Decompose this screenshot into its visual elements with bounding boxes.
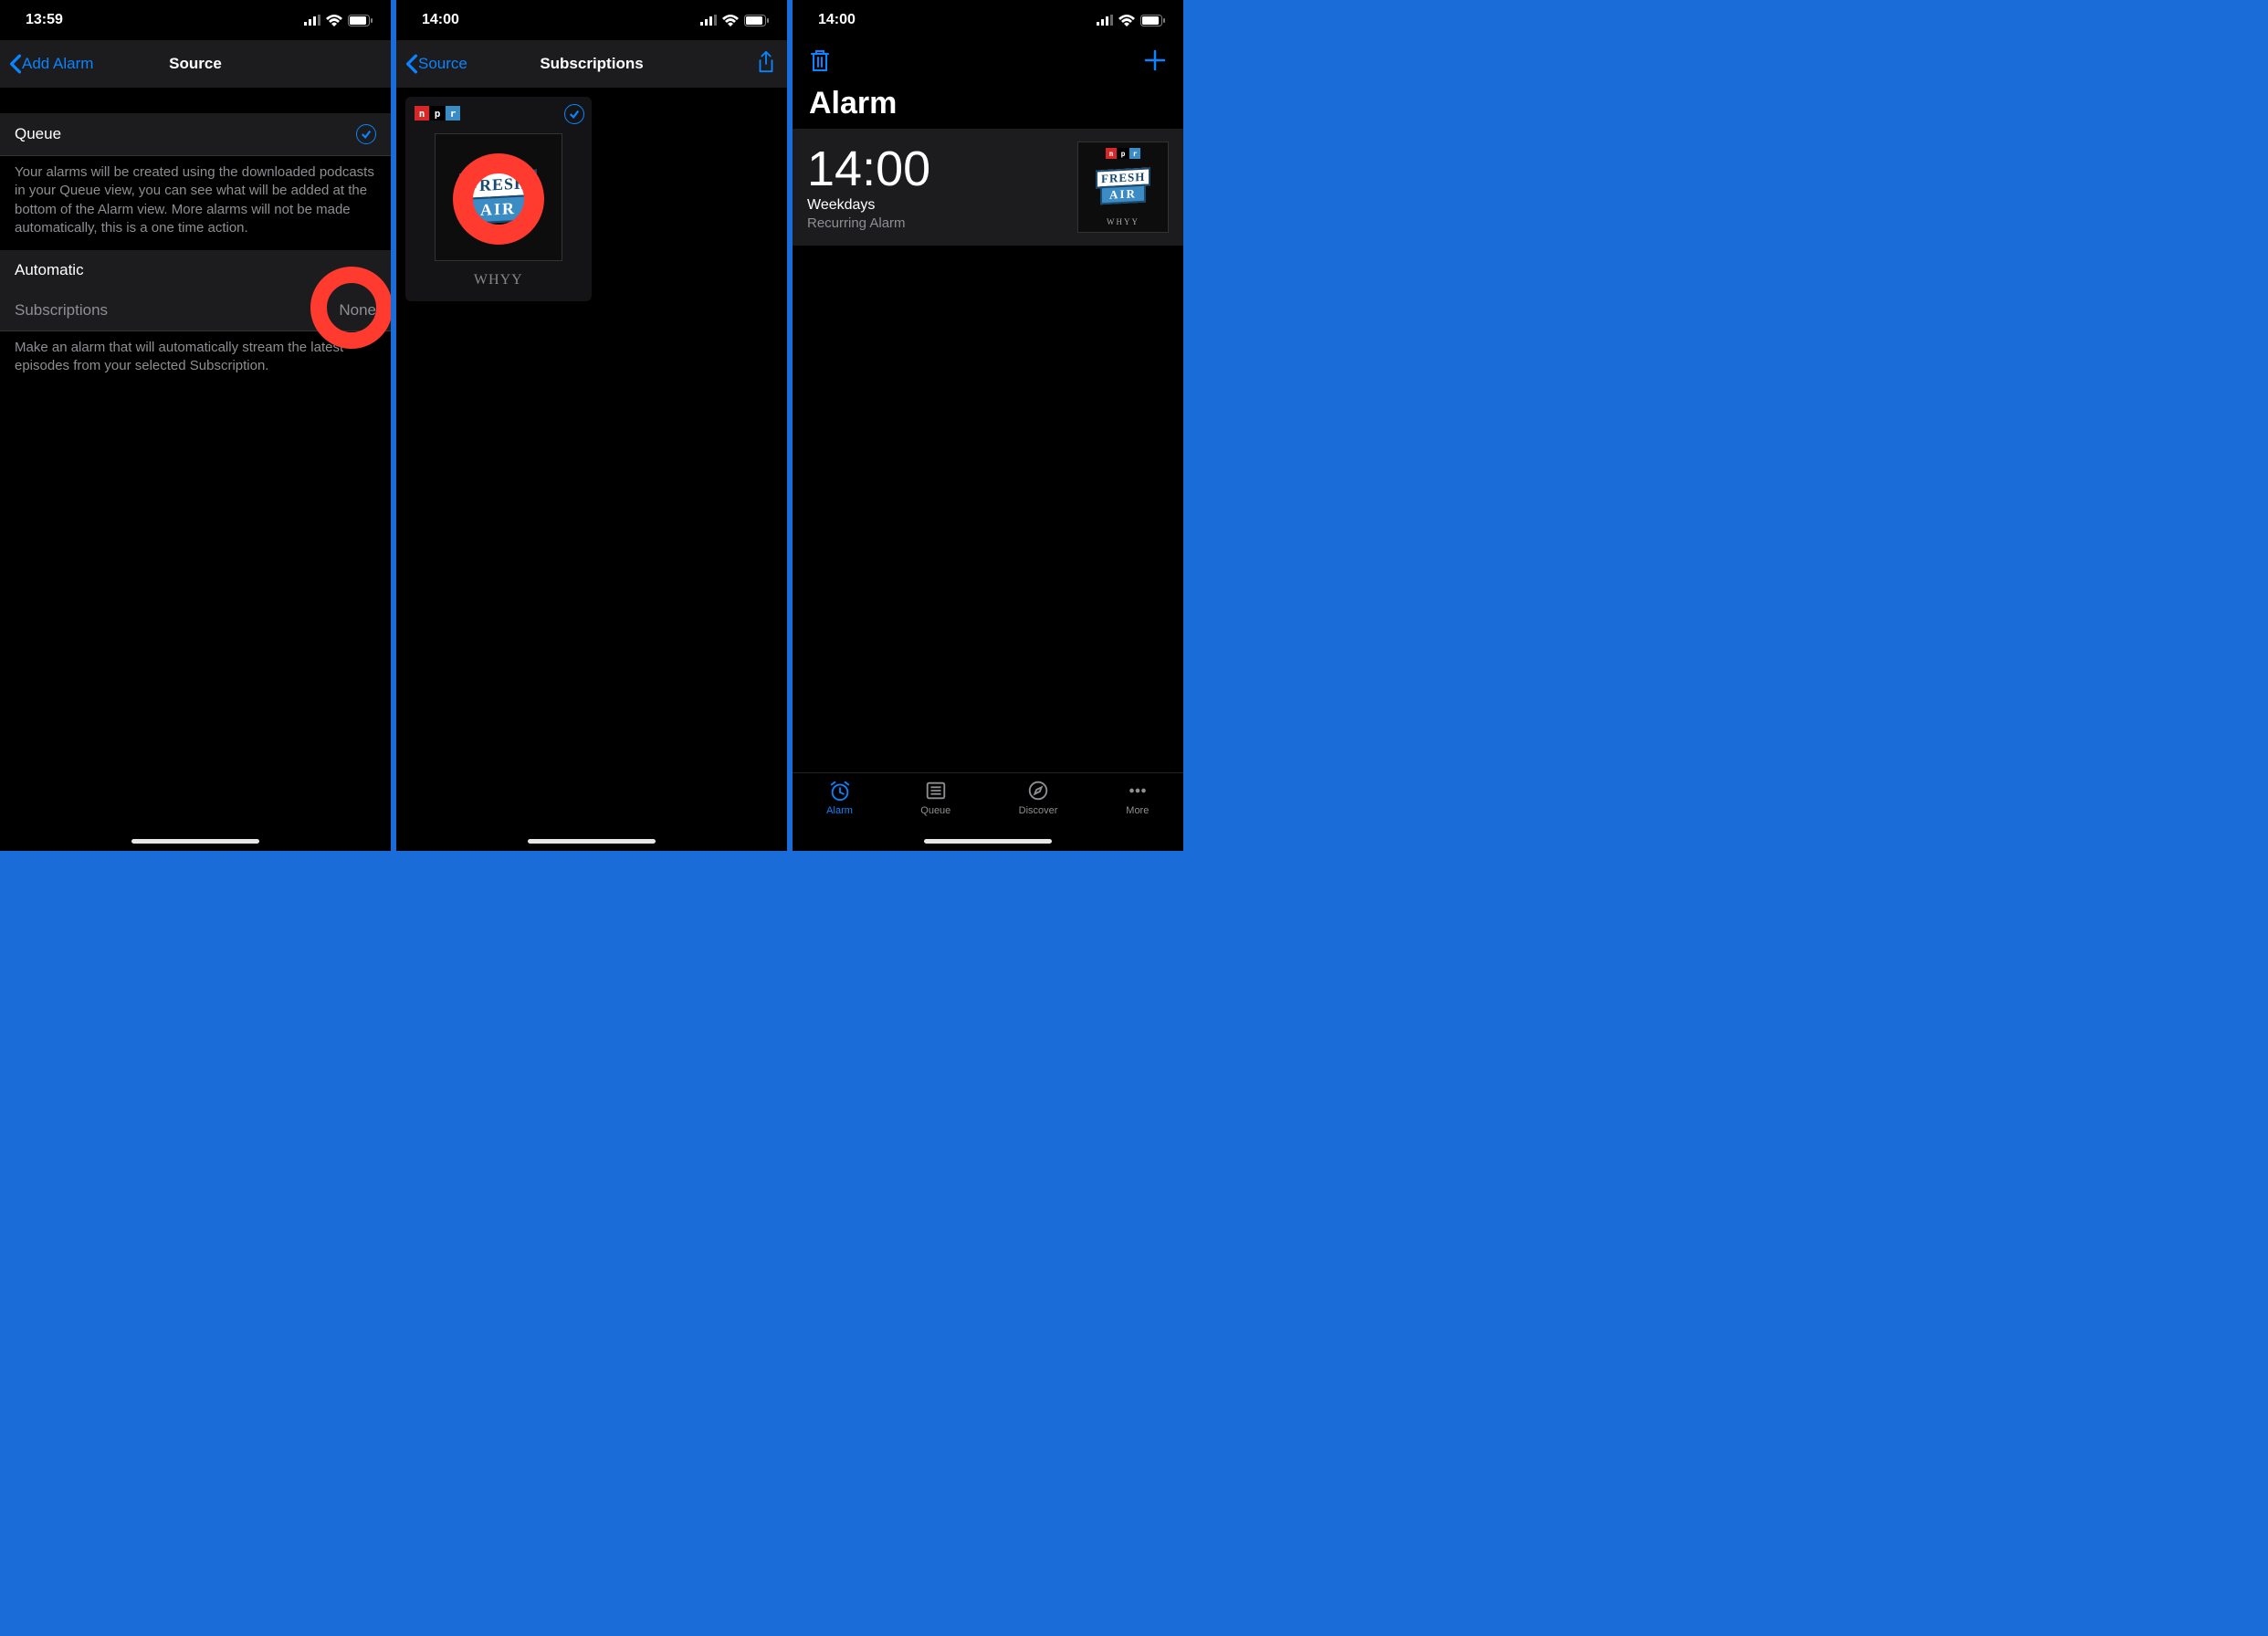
alarm-days: Weekdays <box>807 197 930 214</box>
alarm-artwork: n p r FRESH AIR WHYY <box>1077 142 1169 233</box>
podcast-station: WHYY <box>474 272 523 288</box>
screen-subscriptions: 14:00 Source Subscriptions <box>396 0 787 851</box>
screen-source: 13:59 Add Alarm Source Queue <box>0 0 391 851</box>
chevron-left-icon <box>9 54 22 74</box>
alarm-icon <box>828 779 852 802</box>
discover-icon <box>1026 779 1050 802</box>
share-icon <box>756 50 776 74</box>
add-button[interactable] <box>1143 48 1167 77</box>
battery-icon <box>744 15 769 26</box>
battery-icon <box>348 15 373 26</box>
delete-button[interactable] <box>809 48 831 77</box>
status-time: 14:00 <box>818 12 856 28</box>
queue-row[interactable]: Queue <box>0 113 391 156</box>
queue-footer: Your alarms will be created using the do… <box>0 156 391 250</box>
podcast-tile-freshair[interactable]: n p r FRESH AIR WHYY <box>405 97 592 301</box>
more-icon <box>1126 779 1150 802</box>
cellular-icon <box>1097 15 1113 26</box>
alarm-type: Recurring Alarm <box>807 215 930 231</box>
npr-logo: n p r <box>1106 148 1140 159</box>
queue-label: Queue <box>15 125 61 143</box>
status-time: 14:00 <box>422 12 459 28</box>
status-time: 13:59 <box>26 12 63 28</box>
status-bar: 14:00 <box>793 0 1183 40</box>
header-icons <box>793 40 1183 84</box>
tab-label: More <box>1126 805 1149 816</box>
screen-alarm: 14:00 Alarm 14:00 Weekdays Recurring Ala… <box>793 0 1183 851</box>
wifi-icon <box>326 15 342 26</box>
nav-bar: Source Subscriptions <box>396 40 787 88</box>
content: Queue Your alarms will be created using … <box>0 88 391 851</box>
wifi-icon <box>1118 15 1135 26</box>
checkmark-circle-icon <box>356 124 376 144</box>
automatic-header: Automatic <box>0 250 391 290</box>
art-text2: AIR <box>467 194 529 225</box>
nav-bar: Add Alarm Source <box>0 40 391 88</box>
status-icons <box>1097 15 1165 26</box>
home-indicator[interactable] <box>131 839 259 844</box>
podcast-artwork: FRESH AIR <box>435 133 562 261</box>
nav-title: Source <box>169 55 222 73</box>
automatic-label: Automatic <box>15 261 84 279</box>
home-indicator[interactable] <box>528 839 656 844</box>
content: n p r FRESH AIR WHYY <box>396 88 787 851</box>
subscriptions-label: Subscriptions <box>15 301 108 320</box>
npr-logo: n p r <box>415 106 460 121</box>
chevron-left-icon <box>405 54 418 74</box>
battery-icon <box>1140 15 1165 26</box>
tab-more[interactable]: More <box>1126 779 1150 816</box>
status-icons <box>700 15 769 26</box>
alarm-item[interactable]: 14:00 Weekdays Recurring Alarm n p r FRE… <box>793 129 1183 246</box>
back-label: Source <box>418 55 467 73</box>
nav-title: Subscriptions <box>540 55 643 73</box>
alarm-info: 14:00 Weekdays Recurring Alarm <box>807 144 930 231</box>
checkmark-circle-icon <box>564 104 584 124</box>
art-station: WHYY <box>1107 217 1139 226</box>
tab-queue[interactable]: Queue <box>920 779 950 816</box>
cellular-icon <box>304 15 320 26</box>
automatic-footer: Make an alarm that will automatically st… <box>0 331 391 389</box>
back-label: Add Alarm <box>22 55 93 73</box>
art-text2: AIR <box>1100 184 1146 205</box>
tab-label: Alarm <box>826 805 853 816</box>
tab-label: Queue <box>920 805 950 816</box>
status-bar: 14:00 <box>396 0 787 40</box>
wifi-icon <box>722 15 739 26</box>
plus-icon <box>1143 48 1167 72</box>
tab-alarm[interactable]: Alarm <box>826 779 853 816</box>
trash-icon <box>809 48 831 72</box>
subscriptions-value: None <box>339 301 376 320</box>
tab-label: Discover <box>1019 805 1058 816</box>
alarm-time: 14:00 <box>807 144 930 194</box>
page-title: Alarm <box>793 84 1183 129</box>
back-button[interactable]: Source <box>405 54 467 74</box>
queue-icon <box>924 779 948 802</box>
home-indicator[interactable] <box>924 839 1052 844</box>
subscriptions-row[interactable]: Subscriptions None <box>0 290 391 331</box>
tab-discover[interactable]: Discover <box>1019 779 1058 816</box>
status-icons <box>304 15 373 26</box>
status-bar: 13:59 <box>0 0 391 40</box>
content: 14:00 Weekdays Recurring Alarm n p r FRE… <box>793 129 1183 772</box>
back-button[interactable]: Add Alarm <box>9 54 93 74</box>
cellular-icon <box>700 15 717 26</box>
share-button[interactable] <box>756 50 776 79</box>
